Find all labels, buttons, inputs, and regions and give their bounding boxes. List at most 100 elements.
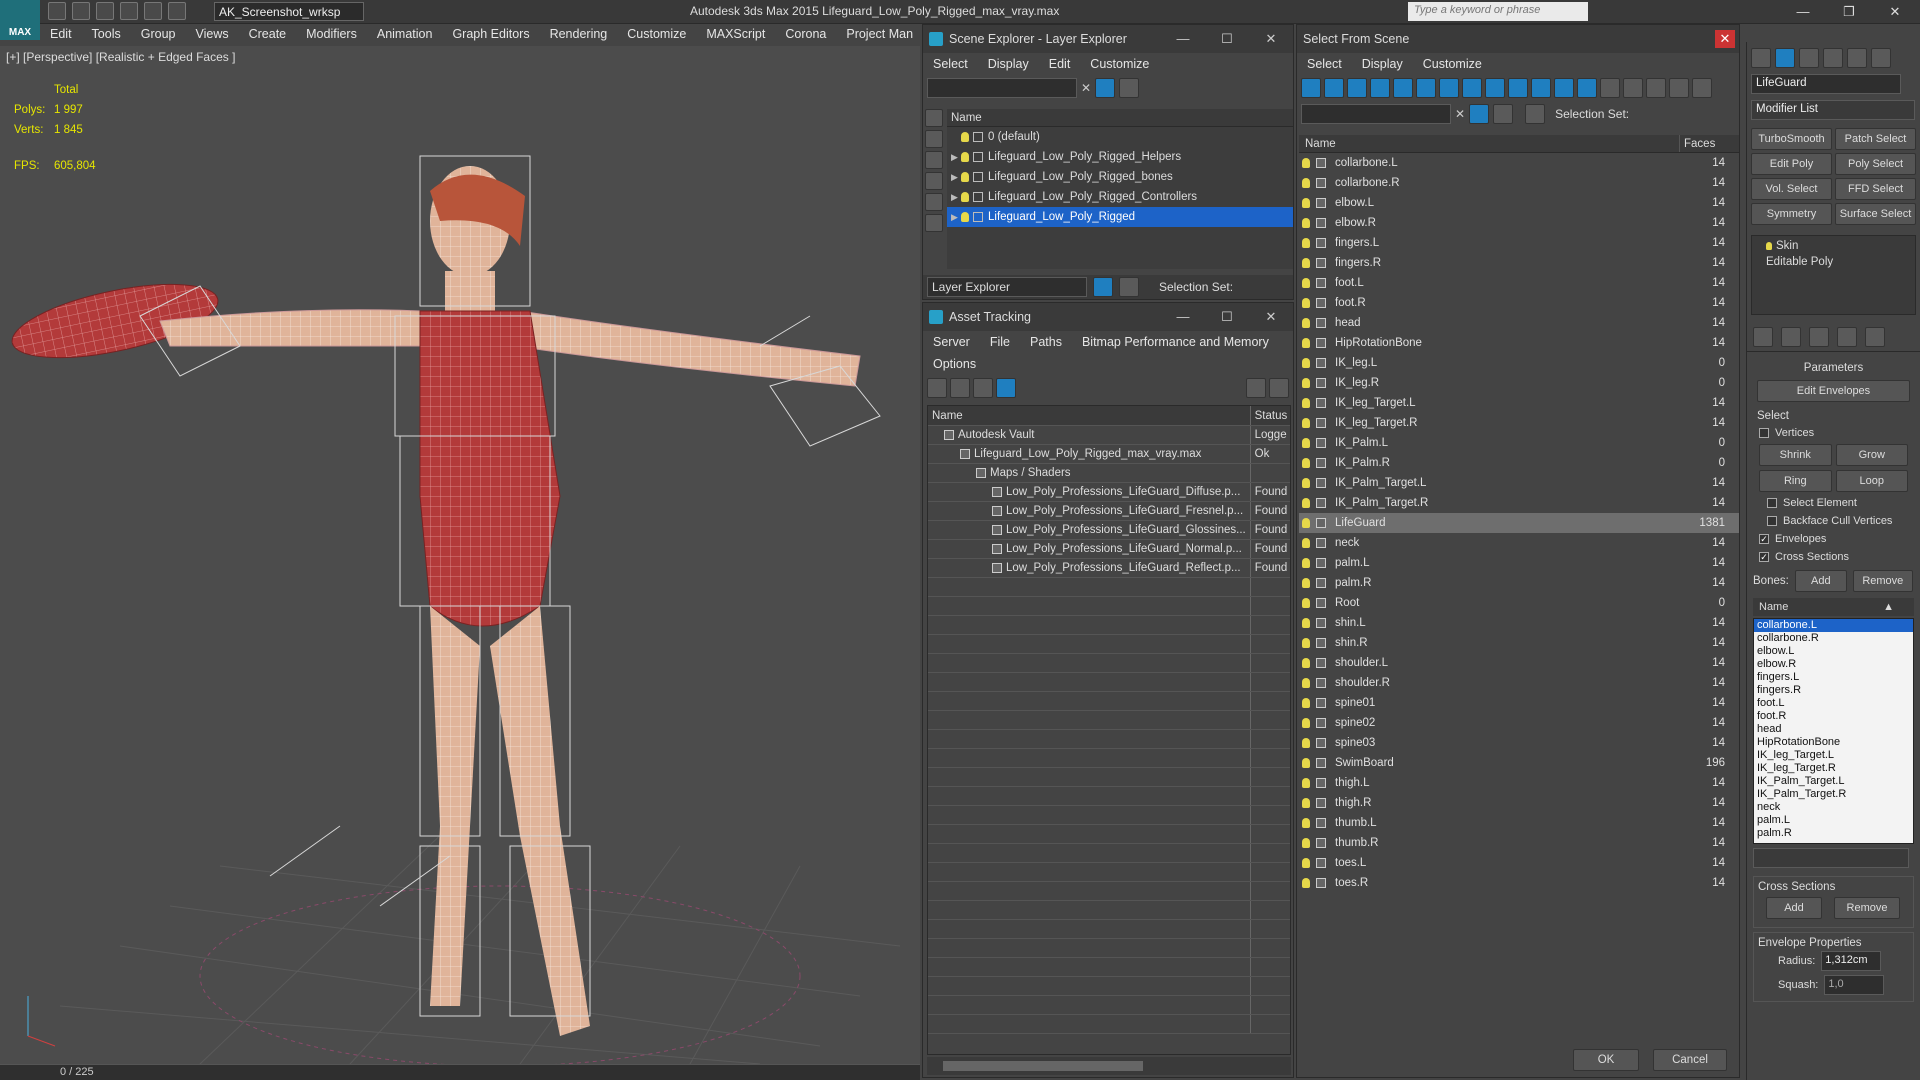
expand-icon[interactable]: ▶ (951, 187, 961, 207)
asset-row[interactable]: Low_Poly_Professions_LifeGuard_Diffuse.p… (928, 483, 1290, 502)
modifier-turbosmoothbutton[interactable]: TurboSmooth (1751, 128, 1832, 150)
asset-col-name[interactable]: Name (928, 406, 1251, 425)
object-row[interactable]: shoulder.L 14 (1299, 653, 1739, 673)
visibility-bulb-icon[interactable] (1302, 538, 1310, 548)
visibility-bulb-icon[interactable] (1302, 578, 1310, 588)
menu-item-modifiers[interactable]: Modifiers (296, 24, 367, 46)
filter-hidden-icon[interactable] (1554, 78, 1574, 98)
workspace-dropdown[interactable]: AK_Screenshot_wrksp (214, 2, 364, 21)
edit-envelopes-button[interactable]: Edit Envelopes (1757, 380, 1910, 402)
object-row[interactable]: IK_leg.L 0 (1299, 353, 1739, 373)
object-row[interactable]: elbow.R 14 (1299, 213, 1739, 233)
object-row[interactable]: shin.R 14 (1299, 633, 1739, 653)
stack-item-editable-poly[interactable]: Editable Poly (1756, 256, 1911, 268)
filter-xrefs-icon[interactable] (1462, 78, 1482, 98)
layer-icon[interactable] (1493, 104, 1514, 124)
bone-name-field[interactable] (1753, 848, 1909, 868)
visibility-bulb-icon[interactable] (1302, 498, 1310, 508)
sfs-menu-display[interactable]: Display (1352, 57, 1413, 71)
clear-filter-icon[interactable]: ✕ (1081, 81, 1091, 95)
bone-list-item[interactable]: collarbone.R (1754, 632, 1913, 645)
object-row[interactable]: spine03 14 (1299, 733, 1739, 753)
sort-up-icon[interactable]: ▲ (1883, 601, 1894, 613)
filter-icon[interactable] (1469, 104, 1490, 124)
layer-mode-icon[interactable] (1093, 277, 1113, 297)
at-menu-server[interactable]: Server (923, 335, 980, 349)
sfs-menu-customize[interactable]: Customize (1413, 57, 1492, 71)
select-from-scene-filter-input[interactable] (1301, 104, 1451, 124)
hierarchy-icon[interactable] (1525, 104, 1546, 124)
open-file-icon[interactable] (72, 2, 90, 20)
visibility-bulb-icon[interactable] (1302, 858, 1310, 868)
bone-list-item[interactable]: IK_Palm_Target.L (1754, 775, 1913, 788)
close-button[interactable]: ✕ (1715, 30, 1735, 48)
asset-row[interactable]: Low_Poly_Professions_LifeGuard_Normal.p.… (928, 540, 1290, 559)
visibility-bulb-icon[interactable] (1302, 798, 1310, 808)
shrink-button[interactable]: Shrink (1759, 444, 1832, 466)
create-tab-icon[interactable] (1751, 48, 1771, 68)
object-row[interactable]: head 14 (1299, 313, 1739, 333)
close-button[interactable]: ✕ (1249, 25, 1293, 53)
redo-icon[interactable] (144, 2, 162, 20)
object-row[interactable]: SwimBoard 196 (1299, 753, 1739, 773)
visibility-bulb-icon[interactable] (1302, 378, 1310, 388)
visibility-bulb-icon[interactable] (1302, 698, 1310, 708)
filter-groups-icon[interactable] (1439, 78, 1459, 98)
modifier-edit-polybutton[interactable]: Edit Poly (1751, 153, 1832, 175)
object-row[interactable]: shoulder.R 14 (1299, 673, 1739, 693)
asset-row[interactable]: Maps / Shaders (928, 464, 1290, 483)
object-row[interactable]: toes.L 14 (1299, 853, 1739, 873)
bone-list-item[interactable]: fingers.L (1754, 671, 1913, 684)
help-icon[interactable] (1246, 378, 1266, 398)
configure-sets-icon[interactable] (1865, 327, 1885, 347)
hierarchy-tab-icon[interactable] (1799, 48, 1819, 68)
se-menu-display[interactable]: Display (978, 57, 1039, 71)
minimize-button[interactable]: — (1780, 0, 1826, 24)
bone-list-item[interactable]: collarbone.L (1754, 619, 1913, 632)
layer-row[interactable]: 0 (default) (947, 127, 1293, 147)
menu-item-edit[interactable]: Edit (40, 24, 82, 46)
display-helpers-icon[interactable] (925, 193, 943, 211)
asset-col-status[interactable]: Status (1251, 406, 1290, 425)
loop-button[interactable]: Loop (1835, 470, 1908, 492)
display-geometry-icon[interactable] (925, 109, 943, 127)
at-menu-bitmap-performance-and-memory[interactable]: Bitmap Performance and Memory (1072, 335, 1279, 349)
visibility-bulb-icon[interactable] (1302, 178, 1310, 188)
layer-filter-icon[interactable] (1119, 78, 1140, 98)
asset-row[interactable]: Low_Poly_Professions_LifeGuard_Glossines… (928, 521, 1290, 540)
hierarchy-mode-icon[interactable] (1119, 277, 1139, 297)
sfs-col-faces[interactable]: Faces (1679, 135, 1739, 152)
menu-item-corona[interactable]: Corona (775, 24, 836, 46)
modifier-surface-selectbutton[interactable]: Surface Select (1835, 203, 1916, 225)
bone-list-item[interactable]: palm.L (1754, 814, 1913, 827)
visibility-bulb-icon[interactable] (1302, 238, 1310, 248)
filter-shapes-icon[interactable] (1324, 78, 1344, 98)
visibility-bulb-icon[interactable] (961, 171, 969, 182)
visibility-bulb-icon[interactable] (1302, 818, 1310, 828)
object-row[interactable]: spine02 14 (1299, 713, 1739, 733)
list-view-icon[interactable] (950, 378, 970, 398)
bone-list-item[interactable]: palm.R (1754, 827, 1913, 840)
visibility-bulb-icon[interactable] (1302, 658, 1310, 668)
at-menu-file[interactable]: File (980, 335, 1020, 349)
menu-item-animation[interactable]: Animation (367, 24, 443, 46)
layer-row[interactable]: ▶ Lifeguard_Low_Poly_Rigged_Helpers (947, 147, 1293, 167)
visibility-bulb-icon[interactable] (961, 151, 969, 162)
expand-icon[interactable]: ▶ (951, 167, 961, 187)
cancel-button[interactable]: Cancel (1653, 1049, 1727, 1071)
visibility-bulb-icon[interactable] (1302, 398, 1310, 408)
expand-icon[interactable]: ▶ (951, 147, 961, 167)
layer-row[interactable]: ▶ Lifeguard_Low_Poly_Rigged (947, 207, 1293, 227)
object-row[interactable]: HipRotationBone 14 (1299, 333, 1739, 353)
tool-invert-icon[interactable] (1623, 78, 1643, 98)
visibility-bulb-icon[interactable] (1302, 198, 1310, 208)
thumbnail-view-icon[interactable] (973, 378, 993, 398)
filter-frozen-icon[interactable] (1531, 78, 1551, 98)
select-element-checkbox[interactable]: Select Element (1747, 494, 1920, 512)
layer-row[interactable]: ▶ Lifeguard_Low_Poly_Rigged_bones (947, 167, 1293, 187)
cross-sections-checkbox[interactable]: ✓ Cross Sections (1747, 548, 1920, 566)
asset-row[interactable]: Low_Poly_Professions_LifeGuard_Reflect.p… (928, 559, 1290, 578)
ok-button[interactable]: OK (1573, 1049, 1639, 1071)
bones-listbox[interactable]: collarbone.L collarbone.R elbow.L elbow.R fi… (1753, 618, 1914, 844)
scene-explorer-filter-input[interactable] (927, 78, 1077, 98)
